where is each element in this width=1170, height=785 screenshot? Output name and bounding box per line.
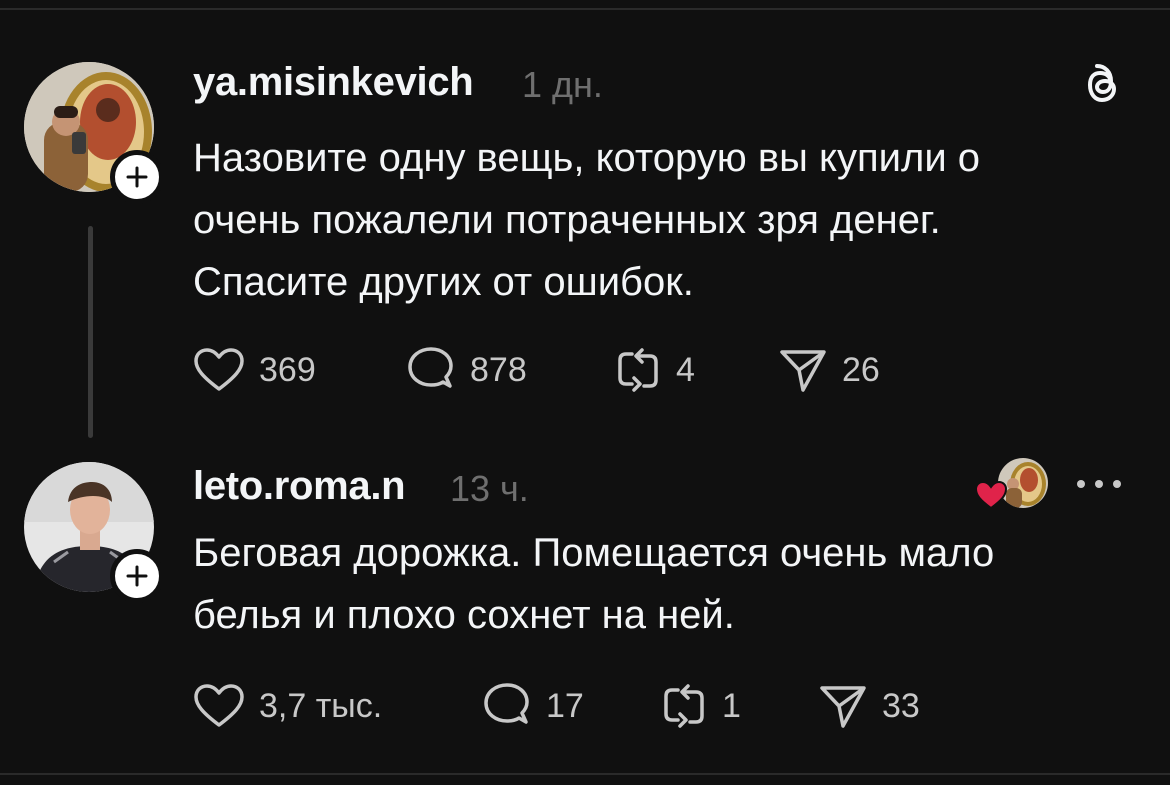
heart-icon bbox=[193, 683, 245, 729]
post-text-line: Назовите одну вещь, которую вы купили о bbox=[193, 136, 981, 180]
post-text-line: Беговая дорожка. Помещается очень мало bbox=[193, 531, 995, 575]
like-button[interactable]: 369 bbox=[193, 346, 316, 394]
post-text-line: белья и плохо сохнет на ней. bbox=[193, 593, 735, 637]
reply-count: 17 bbox=[546, 686, 584, 725]
comment-icon bbox=[482, 682, 532, 730]
send-icon bbox=[778, 346, 828, 394]
comment-icon bbox=[406, 346, 456, 394]
timestamp: 1 дн. bbox=[522, 64, 603, 105]
username[interactable]: leto.roma.n bbox=[193, 464, 406, 509]
thread-line bbox=[88, 226, 93, 438]
repost-count: 1 bbox=[722, 686, 741, 725]
share-button[interactable]: 26 bbox=[778, 346, 880, 394]
heart-icon bbox=[193, 347, 245, 393]
send-icon bbox=[818, 682, 868, 730]
post-text: Назовите одну вещь, которую вы купили о … bbox=[193, 127, 980, 313]
share-count: 33 bbox=[882, 686, 920, 725]
heart-filled-icon bbox=[974, 480, 1008, 510]
share-count: 26 bbox=[842, 350, 880, 389]
repost-button[interactable]: 1 bbox=[660, 682, 741, 730]
more-icon[interactable] bbox=[1074, 477, 1124, 491]
plus-icon bbox=[126, 166, 148, 188]
timestamp: 13 ч. bbox=[450, 468, 529, 509]
plus-icon bbox=[126, 565, 148, 587]
repost-icon bbox=[660, 682, 708, 730]
reply-button[interactable]: 17 bbox=[482, 682, 584, 730]
post-text-line: Спасите других от ошибок. bbox=[193, 260, 694, 304]
post-text: Беговая дорожка. Помещается очень мало б… bbox=[193, 522, 994, 646]
follow-button[interactable] bbox=[110, 150, 164, 204]
like-count: 3,7 тыс. bbox=[259, 686, 383, 725]
author-liked-indicator bbox=[974, 458, 1054, 512]
username[interactable]: ya.misinkevich bbox=[193, 60, 474, 105]
share-button[interactable]: 33 bbox=[818, 682, 920, 730]
threads-logo-icon[interactable] bbox=[1080, 62, 1122, 108]
bottom-divider bbox=[0, 773, 1170, 775]
post-text-line: очень пожалели потраченных зря денег. bbox=[193, 198, 941, 242]
repost-button[interactable]: 4 bbox=[614, 346, 695, 394]
repost-icon bbox=[614, 346, 662, 394]
top-divider bbox=[0, 8, 1170, 10]
like-button[interactable]: 3,7 тыс. bbox=[193, 682, 382, 730]
reply-count: 878 bbox=[470, 350, 527, 389]
like-count: 369 bbox=[259, 350, 316, 389]
reply-button[interactable]: 878 bbox=[406, 346, 527, 394]
repost-count: 4 bbox=[676, 350, 695, 389]
follow-button[interactable] bbox=[110, 549, 164, 603]
